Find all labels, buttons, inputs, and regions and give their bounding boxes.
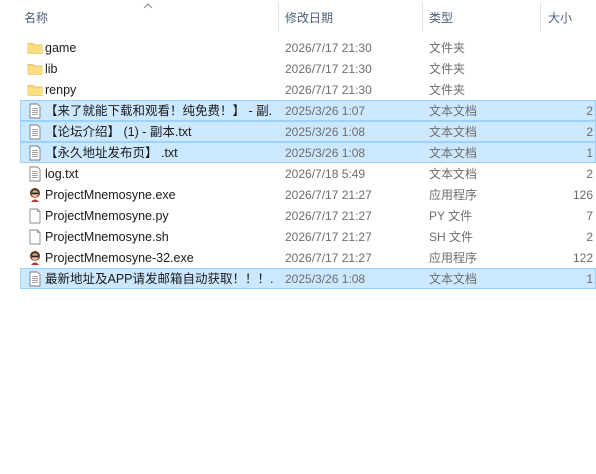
file-row[interactable]: ProjectMnemosyne.exe 2026/7/17 21:27 应用程序 1… [20,184,596,205]
folder-icon [27,82,43,98]
text-document-icon [27,124,43,140]
file-row[interactable]: 【来了就能下载和观看！纯免费！】 - 副... 2025/3/26 1:07 文本文… [20,100,596,121]
file-type: 文件夹 [429,83,466,97]
file-row[interactable]: renpy 2026/7/17 21:30 文件夹 [20,79,596,100]
file-name: ProjectMnemosyne.sh [45,230,169,244]
file-name: renpy [45,83,77,97]
folder-icon [27,61,43,77]
file-size: 126 [572,188,593,202]
column-divider[interactable] [422,2,423,32]
file-size: 2 [586,104,593,118]
file-type: PY 文件 [429,209,473,223]
file-size: 1 [586,146,593,160]
file-name: ProjectMnemosyne-32.exe [45,251,194,265]
folder-icon [27,40,43,56]
file-name: ProjectMnemosyne.exe [45,188,176,202]
file-name: lib [45,62,58,76]
python-file-icon [27,208,43,224]
file-type: 应用程序 [429,251,478,265]
file-name: 【论坛介绍】 (1) - 副本.txt [45,125,192,139]
file-modified-date: 2026/7/17 21:27 [285,251,372,265]
file-size [553,59,593,78]
column-size[interactable]: 大小 [548,0,596,34]
file-type: 应用程序 [429,188,478,202]
file-modified-date: 2026/7/17 21:27 [285,230,372,244]
text-document-icon [27,166,43,182]
file-size: 2 [586,167,593,181]
file-modified-date: 2025/3/26 1:08 [285,146,366,160]
file-row[interactable]: ProjectMnemosyne.sh 2026/7/17 21:27 SH 文件 2 [20,226,596,247]
file-size: 2 [586,125,593,139]
shell-file-icon [27,229,43,245]
file-modified-date: 2026/7/18 5:49 [285,167,366,181]
file-modified-date: 2025/3/26 1:08 [285,272,366,286]
column-name[interactable]: 名称 [24,0,274,34]
text-document-icon [27,271,43,287]
file-name: game [45,41,77,55]
file-name: 【永久地址发布页】 .txt [45,146,178,160]
file-row[interactable]: lib 2026/7/17 21:30 文件夹 [20,58,596,79]
file-row[interactable]: log.txt 2026/7/18 5:49 文本文档 2 [20,163,596,184]
file-type: 文本文档 [429,272,478,286]
column-date[interactable]: 修改日期 [285,0,415,34]
file-row[interactable]: game 2026/7/17 21:30 文件夹 [20,37,596,58]
file-type: SH 文件 [429,230,474,244]
text-document-icon [27,145,43,161]
file-modified-date: 2025/3/26 1:07 [285,104,366,118]
file-modified-date: 2026/7/17 21:27 [285,209,372,223]
file-type: 文本文档 [429,146,478,160]
file-modified-date: 2026/7/17 21:30 [285,83,372,97]
column-divider[interactable] [540,2,541,32]
file-name: ProjectMnemosyne.py [45,209,169,223]
file-row[interactable]: 最新地址及APP请发邮箱自动获取！！！... 2025/3/26 1:08 文本文档… [20,268,596,289]
file-name: log.txt [45,167,79,181]
app-character-icon [27,250,43,266]
file-row[interactable]: 【永久地址发布页】 .txt 2025/3/26 1:08 文本文档 1 [20,142,596,163]
file-name: 最新地址及APP请发邮箱自动获取！！！... [45,272,273,286]
file-name: 【来了就能下载和观看！纯免费！】 - 副... [45,104,273,118]
app-character-icon [27,187,43,203]
file-size [553,80,593,99]
file-row[interactable]: ProjectMnemosyne.py 2026/7/17 21:27 PY 文件 7 [20,205,596,226]
file-type: 文件夹 [429,62,466,76]
file-modified-date: 2026/7/17 21:27 [285,188,372,202]
file-row[interactable]: ProjectMnemosyne-32.exe 2026/7/17 21:27 应用… [20,247,596,268]
column-header: 名称 修改日期 类型 大小 [0,0,596,34]
text-document-icon [27,103,43,119]
file-size: 1 [586,272,593,286]
file-type: 文本文档 [429,167,478,181]
file-size: 7 [586,209,593,223]
file-type: 文本文档 [429,104,478,118]
file-type: 文本文档 [429,125,478,139]
file-modified-date: 2026/7/17 21:30 [285,62,372,76]
file-modified-date: 2026/7/17 21:30 [285,41,372,55]
column-divider[interactable] [278,2,279,32]
file-type: 文件夹 [429,41,466,55]
file-size: 2 [586,230,593,244]
column-type[interactable]: 类型 [429,0,529,34]
file-row[interactable]: 【论坛介绍】 (1) - 副本.txt 2025/3/26 1:08 文本文档 2 [20,121,596,142]
file-modified-date: 2025/3/26 1:08 [285,125,366,139]
file-size [553,38,593,57]
file-size: 122 [572,251,593,265]
